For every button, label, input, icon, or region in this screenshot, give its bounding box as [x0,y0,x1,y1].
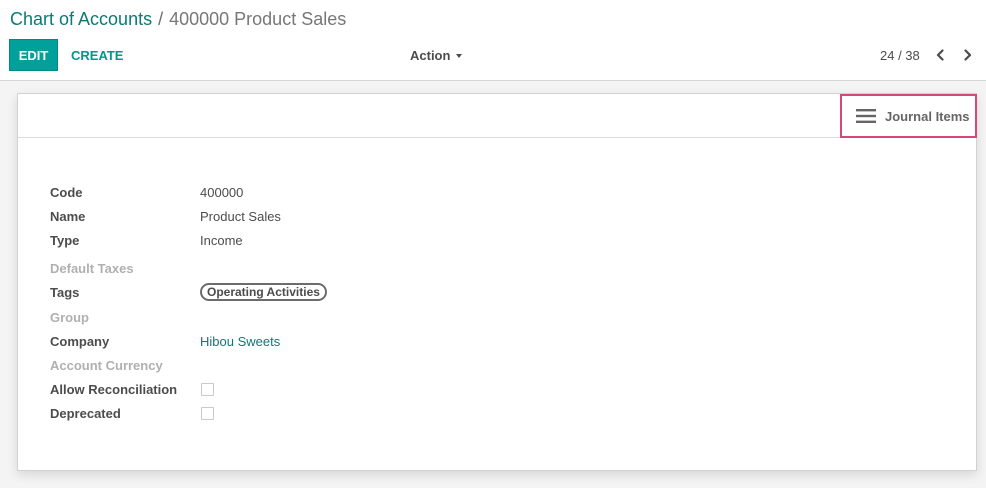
form-sheet: Journal Items Code 400000 Name Product S… [17,93,977,471]
action-dropdown[interactable]: Action [410,39,463,71]
control-panel: Chart of Accounts /400000 Product Sales E… [0,0,986,81]
journal-items-button[interactable]: Journal Items [840,94,977,138]
field-label-account-currency: Account Currency [50,357,163,373]
field-label-default-taxes: Default Taxes [50,260,134,276]
field-label-tags: Tags [50,284,80,300]
chevron-right-icon [964,49,972,61]
field-label-type: Type [50,232,80,248]
field-label-allow-reconciliation: Allow Reconciliation [50,381,178,397]
caret-down-icon [456,53,463,58]
field-value-code: 400000 [200,184,244,200]
breadcrumb: Chart of Accounts /400000 Product Sales [10,8,346,30]
field-label-name: Name [50,208,86,224]
deprecated-checkbox[interactable] [201,406,214,420]
breadcrumb-current-record: 400000 Product Sales [169,9,347,29]
field-label-deprecated: Deprecated [50,405,121,421]
allow-reconciliation-checkbox[interactable] [201,382,214,396]
field-label-group: Group [50,309,89,325]
tag-operating-activities: Operating Activities [200,283,327,301]
list-icon [856,109,876,123]
pager-next-button[interactable] [958,44,978,66]
smart-button-box: Journal Items [18,94,977,138]
field-value-name: Product Sales [200,208,281,224]
edit-button[interactable]: EDIT [9,39,58,71]
field-value-type: Income [200,232,243,248]
create-button[interactable]: CREATE [66,39,128,71]
journal-items-label: Journal Items [885,108,970,124]
chevron-left-icon [936,49,944,61]
action-dropdown-label: Action [410,47,451,63]
pager-previous-button[interactable] [930,44,950,66]
field-label-code: Code [50,184,83,200]
pager-value[interactable]: 24 / 38 [880,39,920,71]
breadcrumb-chart-of-accounts-link[interactable]: Chart of Accounts [10,9,152,29]
field-label-company: Company [50,333,110,349]
breadcrumb-separator: / [158,9,164,29]
company-link[interactable]: Hibou Sweets [200,334,280,349]
